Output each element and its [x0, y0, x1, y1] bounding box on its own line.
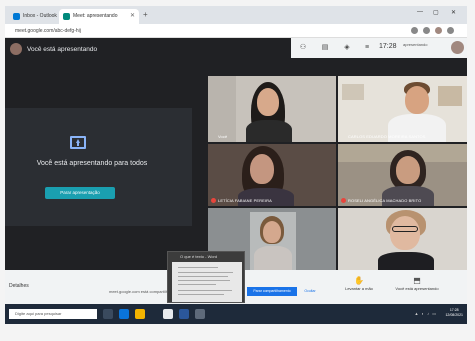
url-field[interactable]: meet.google.com/abc-defg-hij — [15, 27, 395, 36]
chrome-icon[interactable] — [163, 309, 173, 319]
chat-icon[interactable]: ▤ — [321, 44, 329, 51]
hide-button[interactable]: Ocultar — [299, 287, 321, 296]
self-name: apresentando — [403, 42, 428, 47]
preview-title: O que é texto - Word — [180, 254, 218, 259]
system-tray[interactable]: ▲ ◐ ♪ ▭ — [415, 311, 438, 316]
participant-tile[interactable] — [338, 208, 467, 270]
avatar — [10, 43, 22, 55]
close-tab-icon[interactable]: ✕ — [130, 9, 135, 24]
presenter-header: Você está apresentando — [5, 38, 210, 64]
tab-label: Inbox - Outlook — [23, 13, 57, 19]
outlook-icon — [13, 13, 20, 20]
hand-icon: ✋ — [354, 276, 364, 285]
taskbar-search[interactable]: Digite aqui para pesquisar — [9, 309, 97, 319]
taskbar-clock[interactable]: 17:28 12/08/2021 — [445, 308, 463, 318]
extension-icon[interactable] — [411, 27, 418, 34]
raise-hand-label: Levantar a mão — [345, 286, 373, 291]
close-window-icon[interactable]: ✕ — [451, 9, 456, 16]
tab-outlook[interactable]: Inbox - Outlook — [9, 9, 57, 24]
info-icon[interactable]: ≡ — [363, 44, 371, 51]
taskbar-preview-window[interactable]: O que é texto - Word — [167, 251, 245, 303]
presenting-message: Você está apresentando para todos — [36, 160, 148, 167]
minimize-icon[interactable]: — — [417, 9, 423, 15]
muted-mic-icon — [341, 198, 346, 203]
activities-icon[interactable]: ◈ — [343, 44, 351, 51]
tab-label: Meet: apresentando — [73, 13, 118, 19]
stop-sharing-button[interactable]: Parar compartilhamento — [247, 287, 297, 296]
meet-stage: Você está apresentando ⚇ ▤ ◈ ≡ 17:28 apr… — [5, 38, 467, 270]
meeting-clock: 17:28 — [379, 43, 397, 50]
participant-tile[interactable]: CARLOS EDUARDO MOREIRA SANTOS — [338, 76, 467, 142]
people-icon[interactable]: ⚇ — [299, 44, 307, 51]
app-icon[interactable] — [195, 309, 205, 319]
word-icon[interactable] — [179, 309, 189, 319]
task-view-icon[interactable] — [103, 309, 113, 319]
meet-top-controls: ⚇ ▤ ◈ ≡ 17:28 apresentando — [291, 38, 467, 58]
raise-hand-button[interactable]: ✋ Levantar a mão — [335, 276, 383, 291]
edge-icon[interactable] — [119, 309, 129, 319]
meeting-details-button[interactable]: Detalhes — [9, 283, 29, 289]
address-bar: meet.google.com/abc-defg-hij — [5, 24, 467, 38]
self-avatar — [451, 41, 464, 54]
presentation-panel: Você está apresentando para todos Parar … — [5, 108, 192, 226]
photo-frame: Inbox - Outlook Meet: apresentando ✕ + —… — [0, 0, 475, 341]
muted-mic-icon — [211, 198, 216, 203]
profile-avatar[interactable] — [435, 27, 442, 34]
new-tab-icon[interactable]: + — [143, 10, 148, 19]
participant-tile[interactable]: Você — [208, 76, 336, 142]
participant-name: CARLOS EDUARDO MOREIRA SANTOS — [348, 134, 426, 139]
taskbar-date: 12/08/2021 — [445, 313, 463, 317]
presenting-label: Você está apresentando — [27, 46, 98, 53]
menu-icon[interactable] — [447, 27, 454, 34]
document-preview — [172, 262, 242, 302]
participant-tile[interactable]: LETÍCIA FABIANE PEREIRA — [208, 144, 336, 206]
participant-name: LETÍCIA FABIANE PEREIRA — [218, 198, 272, 203]
participant-name: Você — [218, 134, 228, 139]
present-screen-icon — [70, 136, 86, 149]
windows-taskbar: Digite aqui para pesquisar ▲ ◐ ♪ ▭ 17:28… — [5, 304, 467, 324]
meet-icon — [63, 13, 70, 20]
participant-tile[interactable]: ROSELI ANGÉLICA MACHADO BRITO — [338, 144, 467, 206]
tab-meet[interactable]: Meet: apresentando ✕ — [59, 9, 139, 24]
stop-presenting-button[interactable]: Parar apresentação — [45, 187, 115, 199]
browser-tab-bar: Inbox - Outlook Meet: apresentando ✕ + —… — [5, 6, 467, 24]
monitor-screen: Inbox - Outlook Meet: apresentando ✕ + —… — [5, 6, 467, 324]
folder-icon[interactable] — [135, 309, 145, 319]
presenting-status-button[interactable]: ⬒ Você está apresentando — [393, 276, 441, 291]
maximize-icon[interactable]: ▢ — [433, 9, 439, 16]
present-icon: ⬒ — [413, 276, 421, 285]
presenting-status-label: Você está apresentando — [395, 286, 439, 291]
participant-name: ROSELI ANGÉLICA MACHADO BRITO — [348, 198, 422, 203]
star-icon[interactable] — [423, 27, 430, 34]
